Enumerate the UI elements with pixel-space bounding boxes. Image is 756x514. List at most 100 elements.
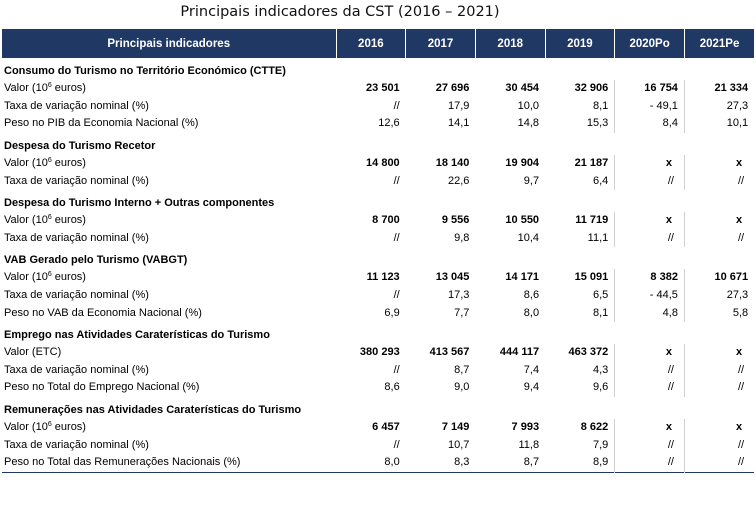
row-label: Taxa de variação nominal (%) [4, 99, 149, 112]
row-label-text: Valor (10 [4, 421, 48, 434]
table-cell: // [393, 231, 400, 244]
table-cell: 9 556 [441, 214, 470, 227]
table-cell: 444 117 [499, 346, 540, 359]
table-row: Valor (ETC) 380 293 413 567 444 117 463 372 x… [2, 343, 755, 362]
table-cell: // [614, 361, 685, 380]
row-label: Valor (106 euros) [2, 269, 336, 287]
table-cell: // [683, 172, 755, 190]
header-year: 2017 [405, 29, 476, 58]
table-cell: x [614, 211, 685, 230]
table-cell: 21 334 [683, 80, 755, 98]
table-cell: 8,0 [384, 456, 400, 469]
table-cell: 32 906 [574, 82, 609, 95]
table-cell: 14 171 [505, 271, 540, 284]
row-label: Valor (106 euros) [2, 212, 336, 230]
row-label: Valor (106 euros) [2, 155, 336, 173]
table-cell: // [614, 379, 685, 397]
table-cell: // [393, 363, 400, 376]
row-label-text: euros) [51, 157, 86, 170]
table-cell: x [683, 154, 755, 173]
table-cell: 17,9 [447, 99, 470, 112]
table-cell: 18 140 [435, 157, 470, 170]
table-cell: 8,1 [592, 306, 609, 319]
table-cell: - 44,5 [614, 286, 685, 305]
table-cell: 27 696 [435, 82, 470, 95]
section-heading-row: Remunerações nas Atividades Caraterístic… [2, 397, 754, 419]
table-cell: 17,3 [447, 289, 470, 302]
section-heading: Despesa do Turismo Recetor [4, 139, 156, 152]
table-row: Peso no VAB da Economia Nacional (%) 6,9 7… [2, 304, 755, 322]
table-cell: 6,4 [592, 174, 609, 187]
table-body: Consumo do Turismo no Território Económi… [2, 58, 755, 472]
table-cell: 8 700 [372, 214, 400, 227]
table-cell: 12,6 [378, 117, 400, 130]
table-row: Taxa de variação nominal (%) // 9,8 10,4 11,… [2, 229, 755, 248]
section-heading: Consumo do Turismo no Território Económi… [4, 65, 286, 77]
row-label: Taxa de variação nominal (%) [4, 231, 149, 244]
table-row: Peso no Total das Remunerações Nacionais… [2, 453, 755, 472]
row-label: Peso no Total das Remunerações Nacionais… [4, 456, 241, 469]
table-cell: 16 754 [614, 80, 685, 98]
section-heading-row: VAB Gerado pelo Turismo (VABGT) [2, 247, 754, 269]
table-row: Taxa de variação nominal (%) // 8,7 7,4 4,3 /… [2, 361, 755, 380]
row-label-text: Valor (10 [4, 157, 48, 170]
table-cell: 5,8 [683, 304, 755, 322]
table-cell: 7 149 [441, 421, 470, 434]
table-cell: 8,9 [592, 456, 609, 469]
table-row: Taxa de variação nominal (%) // 10,7 11,8 7,… [2, 436, 755, 454]
table-cell: // [393, 99, 400, 112]
table-cell: // [393, 438, 400, 451]
table-cell: 7,9 [592, 438, 609, 451]
header-year: 2020Po [614, 29, 685, 58]
header-row: Principais indicadores 2016 2017 2018 20… [2, 29, 755, 58]
table-cell: 10,0 [517, 99, 540, 112]
table-cell: 8,7 [454, 363, 470, 376]
table-cell: 6,5 [592, 289, 609, 302]
table-cell: 27,3 [683, 286, 755, 305]
section-heading-row: Despesa do Turismo Recetor [2, 133, 754, 155]
table-cell: x [683, 418, 755, 437]
row-label: Taxa de variação nominal (%) [4, 289, 149, 302]
table-cell: // [683, 361, 755, 380]
table-cell: 19 904 [505, 157, 540, 170]
row-label-text: euros) [51, 271, 86, 284]
row-label: Valor (106 euros) [2, 80, 336, 98]
table-cell: 11 719 [575, 214, 609, 227]
row-label-text: Valor (10 [4, 214, 48, 227]
table-cell: // [393, 289, 400, 302]
section-heading-row: Despesa do Turismo Interno + Outras comp… [2, 190, 754, 212]
table-cell: 27,3 [683, 97, 755, 116]
row-label: Valor (ETC) [4, 346, 62, 359]
table-cell: 8,3 [454, 456, 470, 469]
table-cell: 9,8 [454, 231, 470, 244]
section-heading-row: Consumo do Turismo no Território Económi… [2, 58, 754, 80]
table-cell: 15 091 [574, 271, 609, 284]
table-cell: 9,0 [454, 381, 470, 394]
header-year: 2021Pe [683, 29, 755, 58]
table-cell: 11,8 [518, 438, 540, 451]
header-year: 2016 [335, 29, 406, 58]
row-label: Valor (106 euros) [2, 419, 336, 437]
table-cell: 9,7 [523, 174, 540, 187]
table-cell: // [393, 174, 400, 187]
table-cell: 7,7 [454, 306, 470, 319]
table-cell: 4,8 [614, 304, 685, 322]
row-label: Peso no VAB da Economia Nacional (%) [4, 306, 202, 319]
row-label: Taxa de variação nominal (%) [4, 438, 149, 451]
table-cell: 15,3 [586, 117, 609, 130]
table-row: Valor (106 euros) 14 800 18 140 19 904 21 18… [2, 154, 755, 173]
table-row: Valor (106 euros) 8 700 9 556 10 550 11 719 x… [2, 211, 755, 230]
section-heading-row: Emprego nas Atividades Caraterísticas do… [2, 322, 754, 344]
row-label-text: euros) [51, 82, 86, 95]
table-row: Valor (106 euros) 11 123 13 045 14 171 15 09… [2, 269, 755, 287]
table-cell: 11 123 [366, 271, 400, 284]
table-cell: 463 372 [568, 346, 609, 359]
table-cell: 9,4 [523, 381, 540, 394]
section-heading: Despesa do Turismo Interno + Outras comp… [4, 196, 275, 209]
table-cell: 8 622 [580, 421, 609, 434]
table-cell: 10 671 [683, 269, 755, 287]
table-cell: 14,1 [447, 117, 470, 130]
table-cell: 10 550 [505, 214, 540, 227]
row-label-text: Valor (10 [4, 82, 48, 95]
table-cell: 10,4 [517, 231, 540, 244]
